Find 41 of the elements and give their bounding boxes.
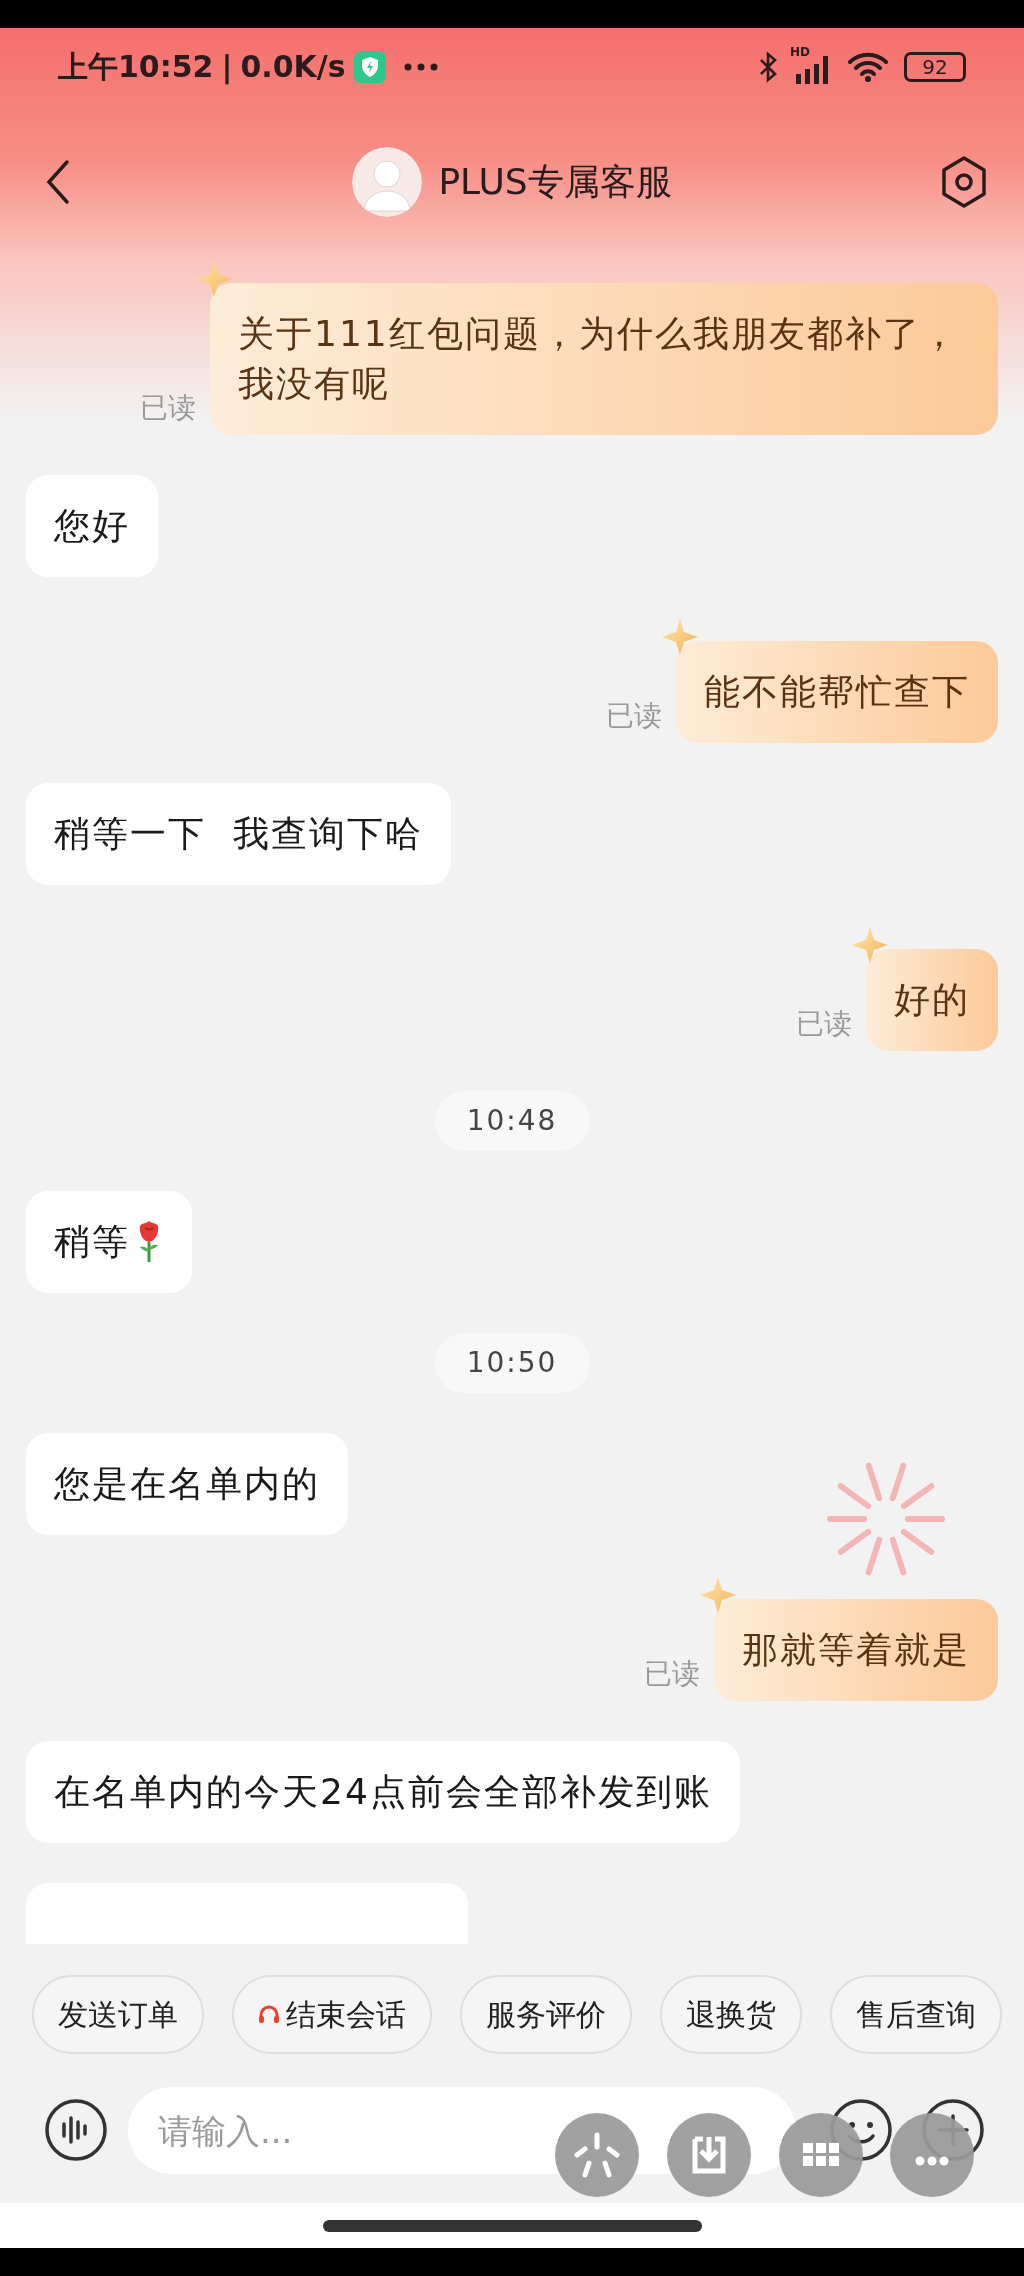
- read-status: 已读: [606, 698, 662, 734]
- settings-icon[interactable]: [939, 155, 989, 209]
- message-bubble: 稍等一下 我查询下哈: [26, 783, 451, 885]
- voice-icon[interactable]: [44, 2098, 108, 2162]
- headset-icon: [258, 2003, 280, 2026]
- star-icon: [852, 927, 888, 963]
- quick-reply-button[interactable]: 退换货: [660, 1975, 802, 2054]
- quick-reply-button[interactable]: 发送订单: [32, 1975, 204, 2054]
- timestamp: 10:48: [434, 1091, 590, 1151]
- star-icon: [662, 619, 698, 655]
- message-bubble: 在名单内的今天24点前会全部补发到账: [26, 1741, 740, 1843]
- download-button[interactable]: [667, 2113, 751, 2197]
- message-bubble: 好的: [866, 949, 998, 1051]
- quick-reply-button[interactable]: 结束会话: [232, 1975, 432, 2054]
- star-icon: [700, 1577, 736, 1613]
- message-bubble: 关于111红包问题，为什么我朋友都补了，我没有呢: [210, 283, 998, 435]
- separator-text: |: [221, 48, 233, 87]
- clock-text: 上午10:52: [58, 48, 214, 86]
- chat-title: PLUS专属客服: [438, 160, 672, 204]
- message-bubble: 那就等着就是: [714, 1599, 998, 1701]
- message-bubble: 能不能帮忙查下: [676, 641, 998, 743]
- more-icon: [403, 62, 438, 71]
- read-status: 已读: [140, 390, 196, 426]
- network-speed-text: 0.0K/s: [240, 48, 346, 86]
- sparkle-button[interactable]: [555, 2113, 639, 2197]
- timestamp: 10:50: [434, 1333, 590, 1393]
- quick-reply-button[interactable]: 售后查询: [830, 1975, 1002, 2054]
- message-bubble: 您好: [26, 475, 158, 577]
- read-status: 已读: [796, 1006, 852, 1042]
- signal-label: HD: [790, 45, 810, 58]
- message-bubble: 您是在名单内的: [26, 1433, 348, 1535]
- bluetooth-icon: [758, 50, 778, 83]
- avatar: [352, 147, 423, 217]
- shield-icon: [353, 50, 386, 83]
- message-text: 稍等: [54, 1220, 130, 1264]
- star-icon: [196, 261, 232, 297]
- battery-level-text: 92: [922, 56, 948, 77]
- quick-reply-button[interactable]: 服务评价: [460, 1975, 632, 2054]
- back-icon[interactable]: [46, 159, 70, 205]
- read-status: 已读: [644, 1656, 700, 1692]
- wifi-icon: [848, 51, 888, 82]
